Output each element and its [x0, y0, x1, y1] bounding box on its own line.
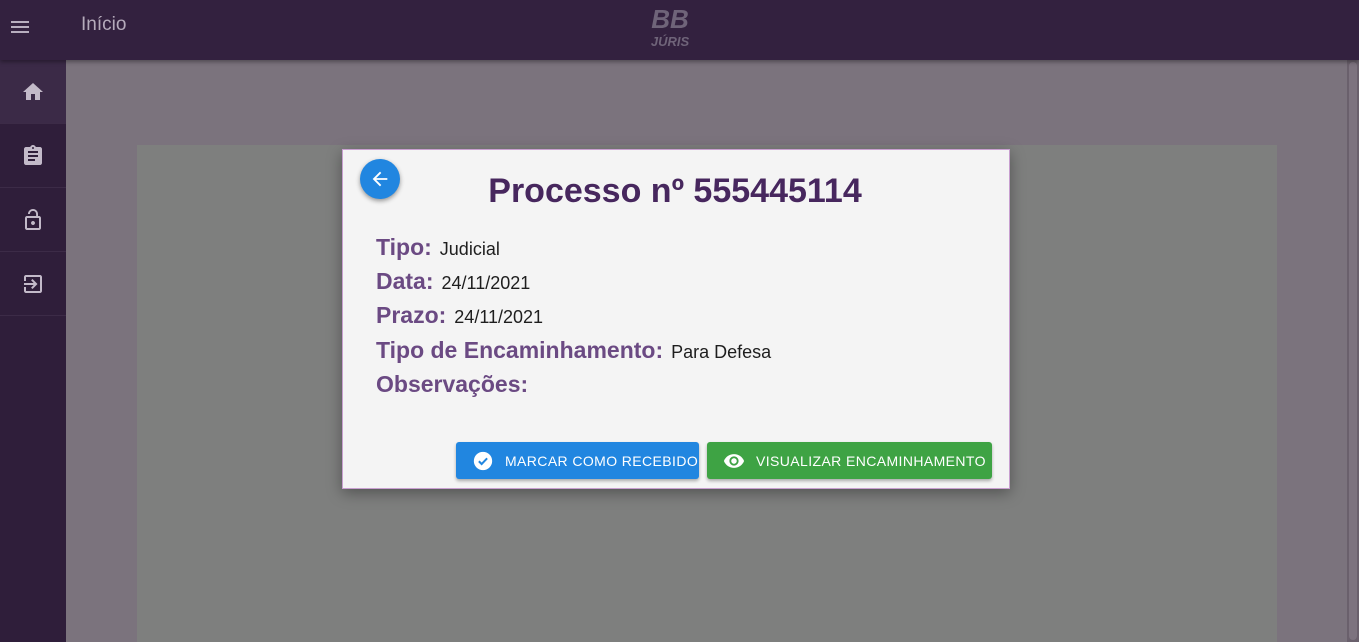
eye-icon — [723, 453, 745, 468]
page-title: Início — [81, 14, 127, 35]
view-forwarding-label: VISUALIZAR ENCAMINHAMENTO — [756, 452, 986, 469]
field-label: Tipo: — [376, 234, 432, 260]
svg-text:JÚRIS: JÚRIS — [651, 34, 690, 49]
field-value: Para Defesa — [671, 342, 772, 362]
field-value: 24/11/2021 — [454, 307, 544, 327]
logout-icon — [24, 274, 42, 293]
sidebar-item-clipboard[interactable] — [0, 124, 66, 188]
field-prazo: Prazo: 24/11/2021 — [376, 302, 543, 329]
process-dialog: Processo nº 555445114 Tipo: Judicial Dat… — [342, 149, 1010, 489]
field-label: Observações: — [376, 371, 529, 397]
field-label: Tipo de Encaminhamento: — [376, 337, 664, 363]
field-value: Judicial — [439, 239, 500, 259]
view-forwarding-button[interactable]: VISUALIZAR ENCAMINHAMENTO — [707, 442, 992, 479]
menu-icon[interactable] — [8, 14, 34, 40]
field-label: Prazo: — [376, 302, 447, 328]
sidebar-item-home[interactable] — [0, 60, 66, 124]
logo: BB JÚRIS — [651, 4, 690, 49]
mark-received-label: MARCAR COMO RECEBIDO — [505, 452, 699, 469]
field-tipo-encaminhamento: Tipo de Encaminhamento: Para Defesa — [376, 337, 771, 364]
home-icon — [23, 82, 43, 100]
scrollbar[interactable] — [1347, 60, 1359, 642]
field-observacoes: Observações: — [376, 371, 536, 398]
field-label: Data: — [376, 268, 434, 294]
scrollbar-thumb[interactable] — [1349, 62, 1357, 640]
top-app-bar: Início BB JÚRIS — [0, 0, 1359, 60]
sidebar-item-lock[interactable] — [0, 188, 66, 252]
clipboard-icon — [24, 144, 42, 165]
field-data: Data: 24/11/2021 — [376, 268, 530, 295]
dialog-title: Processo nº 555445114 — [488, 172, 862, 210]
field-tipo: Tipo: Judicial — [376, 234, 500, 261]
lock-icon — [25, 208, 41, 230]
sidebar-item-logout[interactable] — [0, 252, 66, 316]
field-value: 24/11/2021 — [441, 273, 531, 293]
mark-received-button[interactable]: MARCAR COMO RECEBIDO — [456, 442, 699, 479]
svg-text:BB: BB — [651, 4, 689, 34]
sidebar — [0, 60, 66, 642]
check-circle-icon — [473, 451, 493, 470]
